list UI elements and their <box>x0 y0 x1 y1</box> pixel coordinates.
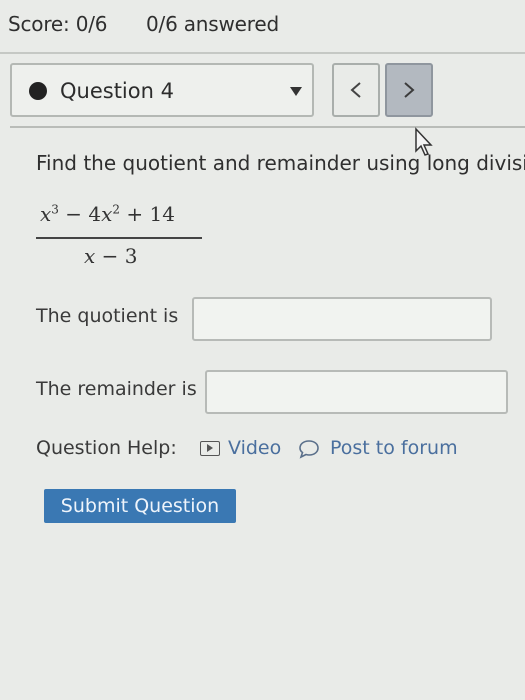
remainder-input[interactable] <box>205 370 508 414</box>
division-expression: x3 − 4x2 + 14 x − 3 <box>36 200 202 270</box>
numerator: x3 − 4x2 + 14 <box>40 202 175 226</box>
nav-divider <box>10 126 525 128</box>
video-icon <box>200 441 220 456</box>
question-help-label: Question Help: <box>36 437 177 459</box>
chevron-left-icon <box>350 82 361 98</box>
score-bar: Score: 0/6 0/6 answered <box>0 0 525 52</box>
previous-question-button[interactable] <box>332 63 380 117</box>
speech-bubble-icon <box>299 440 319 459</box>
post-to-forum-link[interactable]: Post to forum <box>330 437 458 459</box>
chevron-right-icon <box>404 82 415 98</box>
quotient-input[interactable] <box>192 297 492 341</box>
quotient-label: The quotient is <box>36 305 179 327</box>
score-text: Score: 0/6 <box>8 12 108 36</box>
caret-down-icon <box>290 87 302 96</box>
fraction-bar <box>36 237 202 239</box>
question-selector[interactable]: Question 4 <box>10 63 314 117</box>
next-question-button[interactable] <box>385 63 433 117</box>
question-instruction: Find the quotient and remainder using lo… <box>36 151 525 175</box>
header-divider <box>0 52 525 54</box>
remainder-label: The remainder is <box>36 378 197 400</box>
denominator: x − 3 <box>84 244 138 268</box>
question-help: Question Help: Video Post to forum <box>36 437 458 459</box>
video-link[interactable]: Video <box>228 437 281 459</box>
question-selector-label: Question 4 <box>60 79 174 103</box>
submit-question-button[interactable]: Submit Question <box>44 489 236 523</box>
status-dot-icon <box>29 82 47 100</box>
answered-count: 0/6 answered <box>146 12 279 36</box>
